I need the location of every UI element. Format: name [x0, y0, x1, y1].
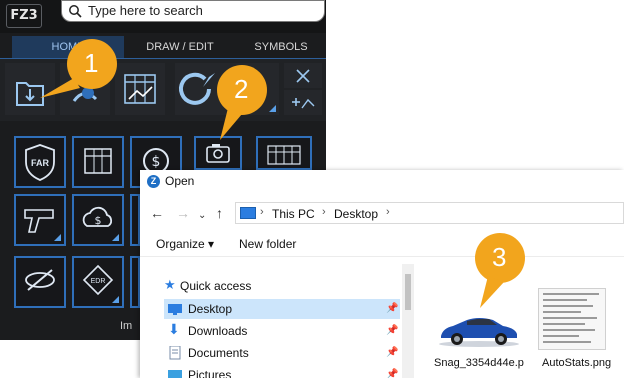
up-arrow-icon[interactable]: ↑	[216, 205, 223, 221]
callout-3: 3	[468, 230, 548, 315]
dropdown-corner-icon	[112, 296, 119, 303]
forward-arrow-icon[interactable]: →	[176, 205, 190, 221]
chevron-down-icon[interactable]: ⌄	[198, 208, 206, 224]
add-points-button[interactable]	[284, 90, 322, 115]
edr-button[interactable]: EDR	[72, 256, 124, 308]
new-folder-button[interactable]: New folder	[239, 237, 296, 251]
import-label: Im	[120, 320, 133, 332]
breadcrumb-this-pc[interactable]: This PC	[272, 207, 315, 221]
pin-icon[interactable]: 📌	[386, 347, 398, 358]
open-file-dialog: Z Open ← → ⌄ ↑ › This PC › Desktop › Org…	[140, 170, 624, 378]
callout-2: 2	[198, 58, 278, 153]
dialog-title: Open	[165, 174, 195, 188]
dropdown-corner-icon	[54, 234, 61, 241]
back-arrow-icon[interactable]: ←	[150, 205, 164, 221]
callout-3-marker-icon	[475, 233, 525, 308]
desktop-icon	[168, 302, 182, 316]
partial-button[interactable]	[130, 256, 140, 308]
address-bar[interactable]: › This PC › Desktop ›	[235, 202, 624, 224]
far-button[interactable]: FAR	[14, 136, 66, 188]
pin-icon[interactable]: 📌	[386, 303, 398, 314]
nav-item-quick-access[interactable]: ★ Quick access	[160, 276, 396, 296]
partial-button[interactable]	[130, 194, 140, 246]
monitor-icon	[240, 207, 256, 219]
pictures-icon	[168, 368, 182, 378]
nav-item-pictures[interactable]: Pictures 📌	[164, 365, 400, 378]
search-icon	[69, 5, 82, 18]
grid-table-icon	[84, 148, 112, 174]
scrollbar-thumb[interactable]	[405, 274, 411, 310]
crossed-eye-icon	[25, 269, 55, 291]
svg-text:EDR: EDR	[91, 278, 106, 285]
file-name: Snag_3354d44e.p	[434, 357, 524, 369]
document-image-thumbnail	[538, 288, 606, 350]
document-icon	[168, 345, 182, 360]
nav-item-documents[interactable]: Documents 📌	[164, 343, 400, 363]
nav-item-desktop[interactable]: Desktop 📌	[164, 299, 400, 319]
tab-draw-edit[interactable]: DRAW / EDIT	[124, 36, 236, 58]
download-arrow-icon: ⬇	[168, 321, 180, 337]
search-placeholder: Type here to search	[88, 3, 203, 18]
navigation-pane: ★ Quick access Desktop 📌 ⬇ Downloads 📌 D…	[140, 264, 402, 378]
svg-text:$: $	[95, 214, 102, 227]
navigation-row: ← → ⌄ ↑ › This PC › Desktop ›	[140, 202, 624, 226]
far-shield-icon: FAR	[25, 144, 55, 181]
chevron-right-icon: ›	[260, 206, 264, 218]
cost-cloud-button[interactable]: $	[72, 194, 124, 246]
chevron-right-icon: ›	[322, 206, 326, 218]
file-name: AutoStats.png	[542, 357, 612, 369]
no-symbol-button[interactable]	[14, 256, 66, 308]
pin-icon[interactable]: 📌	[386, 369, 398, 378]
nav-scrollbar[interactable]	[402, 264, 414, 378]
grid-table-button[interactable]	[72, 136, 124, 188]
organize-button[interactable]: Organize ▾	[156, 237, 214, 251]
nav-item-downloads[interactable]: ⬇ Downloads 📌	[164, 321, 400, 341]
chevron-right-icon: ›	[386, 206, 390, 218]
star-icon: ★	[164, 277, 176, 292]
pin-icon[interactable]: 📌	[386, 325, 398, 336]
plus-line-icon	[292, 98, 315, 109]
dialog-titlebar: Z Open	[140, 170, 624, 192]
speed-gun-button[interactable]	[14, 194, 66, 246]
command-bar: Organize ▾ New folder	[140, 232, 624, 257]
breadcrumb-desktop[interactable]: Desktop	[334, 207, 378, 221]
svg-text:$: $	[152, 154, 161, 170]
delete-points-button[interactable]	[284, 63, 322, 88]
app-icon: Z	[147, 175, 160, 188]
svg-text:FAR: FAR	[31, 158, 50, 168]
dropdown-corner-icon	[112, 234, 119, 241]
cross-points-icon	[296, 69, 310, 83]
tab-symbols[interactable]: SYMBOLS	[236, 36, 326, 58]
callout-1: 1	[36, 34, 136, 105]
app-logo: FZ3	[6, 4, 42, 28]
